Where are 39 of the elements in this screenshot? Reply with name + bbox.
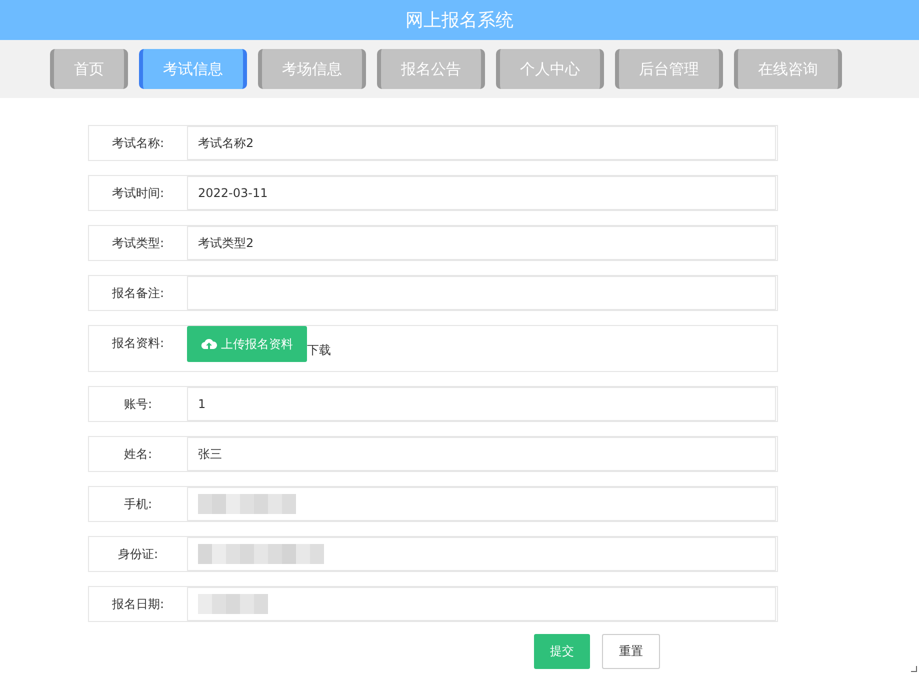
field-value: 考试名称2 bbox=[198, 134, 254, 152]
nav-tab[interactable]: 后台管理 bbox=[615, 49, 723, 89]
input-field[interactable] bbox=[187, 276, 776, 310]
submit-button[interactable]: 提交 bbox=[534, 634, 590, 669]
field-value: 1 bbox=[198, 397, 206, 411]
input-field[interactable]: 1 bbox=[187, 387, 776, 421]
field-value: 考试类型2 bbox=[198, 234, 254, 252]
resize-icon bbox=[911, 666, 917, 672]
field-label: 报名备注: bbox=[110, 285, 166, 302]
field-value: 2022-03-11 bbox=[198, 186, 268, 200]
nav-tab[interactable]: 考场信息 bbox=[258, 49, 366, 89]
nav-tab[interactable]: 报名公告 bbox=[377, 49, 485, 89]
nav-tab[interactable]: 考试信息 bbox=[139, 49, 247, 89]
input-field[interactable]: 考试类型2 bbox=[187, 226, 776, 260]
input-field[interactable]: 2022-03-11 bbox=[187, 176, 776, 210]
input-field[interactable]: 考试名称2 bbox=[187, 126, 776, 160]
nav-tab[interactable]: 首页 bbox=[50, 49, 128, 89]
reset-button[interactable]: 重置 bbox=[602, 634, 660, 669]
field-label: 姓名: bbox=[122, 446, 154, 463]
field-label: 考试类型: bbox=[110, 235, 166, 252]
redacted-value bbox=[198, 594, 268, 614]
field-value: 张三 bbox=[198, 446, 222, 462]
download-link[interactable]: 下载 bbox=[307, 342, 331, 359]
field-label: 报名资料: bbox=[110, 335, 166, 352]
field-label: 考试名称: bbox=[110, 135, 166, 152]
input-field[interactable] bbox=[187, 537, 776, 571]
upload-button[interactable]: 上传报名资料 bbox=[187, 326, 307, 362]
field-label: 考试时间: bbox=[110, 185, 166, 202]
nav-tab[interactable]: 个人中心 bbox=[496, 49, 604, 89]
field-label: 手机: bbox=[122, 496, 154, 513]
input-field[interactable] bbox=[187, 587, 776, 621]
field-label: 身份证: bbox=[116, 546, 160, 563]
input-field[interactable] bbox=[187, 487, 776, 521]
cloud-upload-icon bbox=[201, 338, 217, 350]
nav-tab[interactable]: 在线咨询 bbox=[734, 49, 842, 89]
input-field[interactable]: 张三 bbox=[187, 437, 776, 471]
field-label: 报名日期: bbox=[110, 596, 166, 613]
field-label: 账号: bbox=[122, 396, 154, 413]
site-title: 网上报名系统 bbox=[406, 9, 514, 32]
